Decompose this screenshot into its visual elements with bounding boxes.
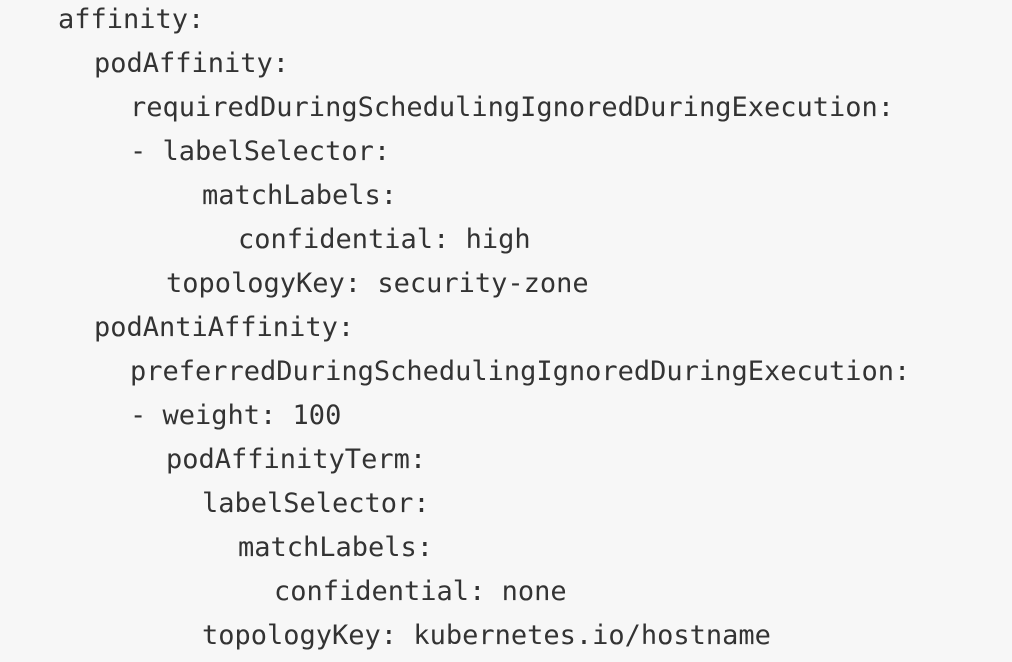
- code-line: podAffinity:: [0, 46, 1012, 90]
- code-line: preferredDuringSchedulingIgnoredDuringEx…: [0, 354, 1012, 398]
- code-line: matchLabels:: [0, 530, 1012, 574]
- code-line-text: preferredDuringSchedulingIgnoredDuringEx…: [130, 356, 911, 387]
- code-line-text: matchLabels:: [202, 180, 398, 211]
- code-line-text: - labelSelector:: [130, 136, 391, 167]
- code-line-text: topologyKey: security-zone: [166, 268, 589, 299]
- code-line: podAffinityTerm:: [0, 442, 1012, 486]
- code-line: - weight: 100: [0, 398, 1012, 442]
- code-line: labelSelector:: [0, 486, 1012, 530]
- code-line: requiredDuringSchedulingIgnoredDuringExe…: [0, 90, 1012, 134]
- code-line: confidential: none: [0, 574, 1012, 618]
- code-line: affinity:: [0, 2, 1012, 46]
- code-line: topologyKey: kubernetes.io/hostname: [0, 618, 1012, 662]
- code-line-text: podAffinity:: [94, 48, 290, 79]
- code-line-text: matchLabels:: [238, 532, 434, 563]
- code-block: affinity: podAffinity: requiredDuringSch…: [0, 0, 1012, 662]
- code-line-text: labelSelector:: [202, 488, 430, 519]
- code-line-text: topologyKey: kubernetes.io/hostname: [202, 620, 771, 651]
- code-line-text: requiredDuringSchedulingIgnoredDuringExe…: [130, 92, 895, 123]
- code-line-text: affinity:: [58, 4, 205, 35]
- code-line-text: podAffinityTerm:: [166, 444, 427, 475]
- code-line: confidential: high: [0, 222, 1012, 266]
- code-line: topologyKey: security-zone: [0, 266, 1012, 310]
- code-line-text: confidential: none: [274, 576, 567, 607]
- code-line: - labelSelector:: [0, 134, 1012, 178]
- code-line: matchLabels:: [0, 178, 1012, 222]
- code-line-text: confidential: high: [238, 224, 531, 255]
- code-line-text: podAntiAffinity:: [94, 312, 355, 343]
- code-line: podAntiAffinity:: [0, 310, 1012, 354]
- code-line-text: - weight: 100: [130, 400, 342, 431]
